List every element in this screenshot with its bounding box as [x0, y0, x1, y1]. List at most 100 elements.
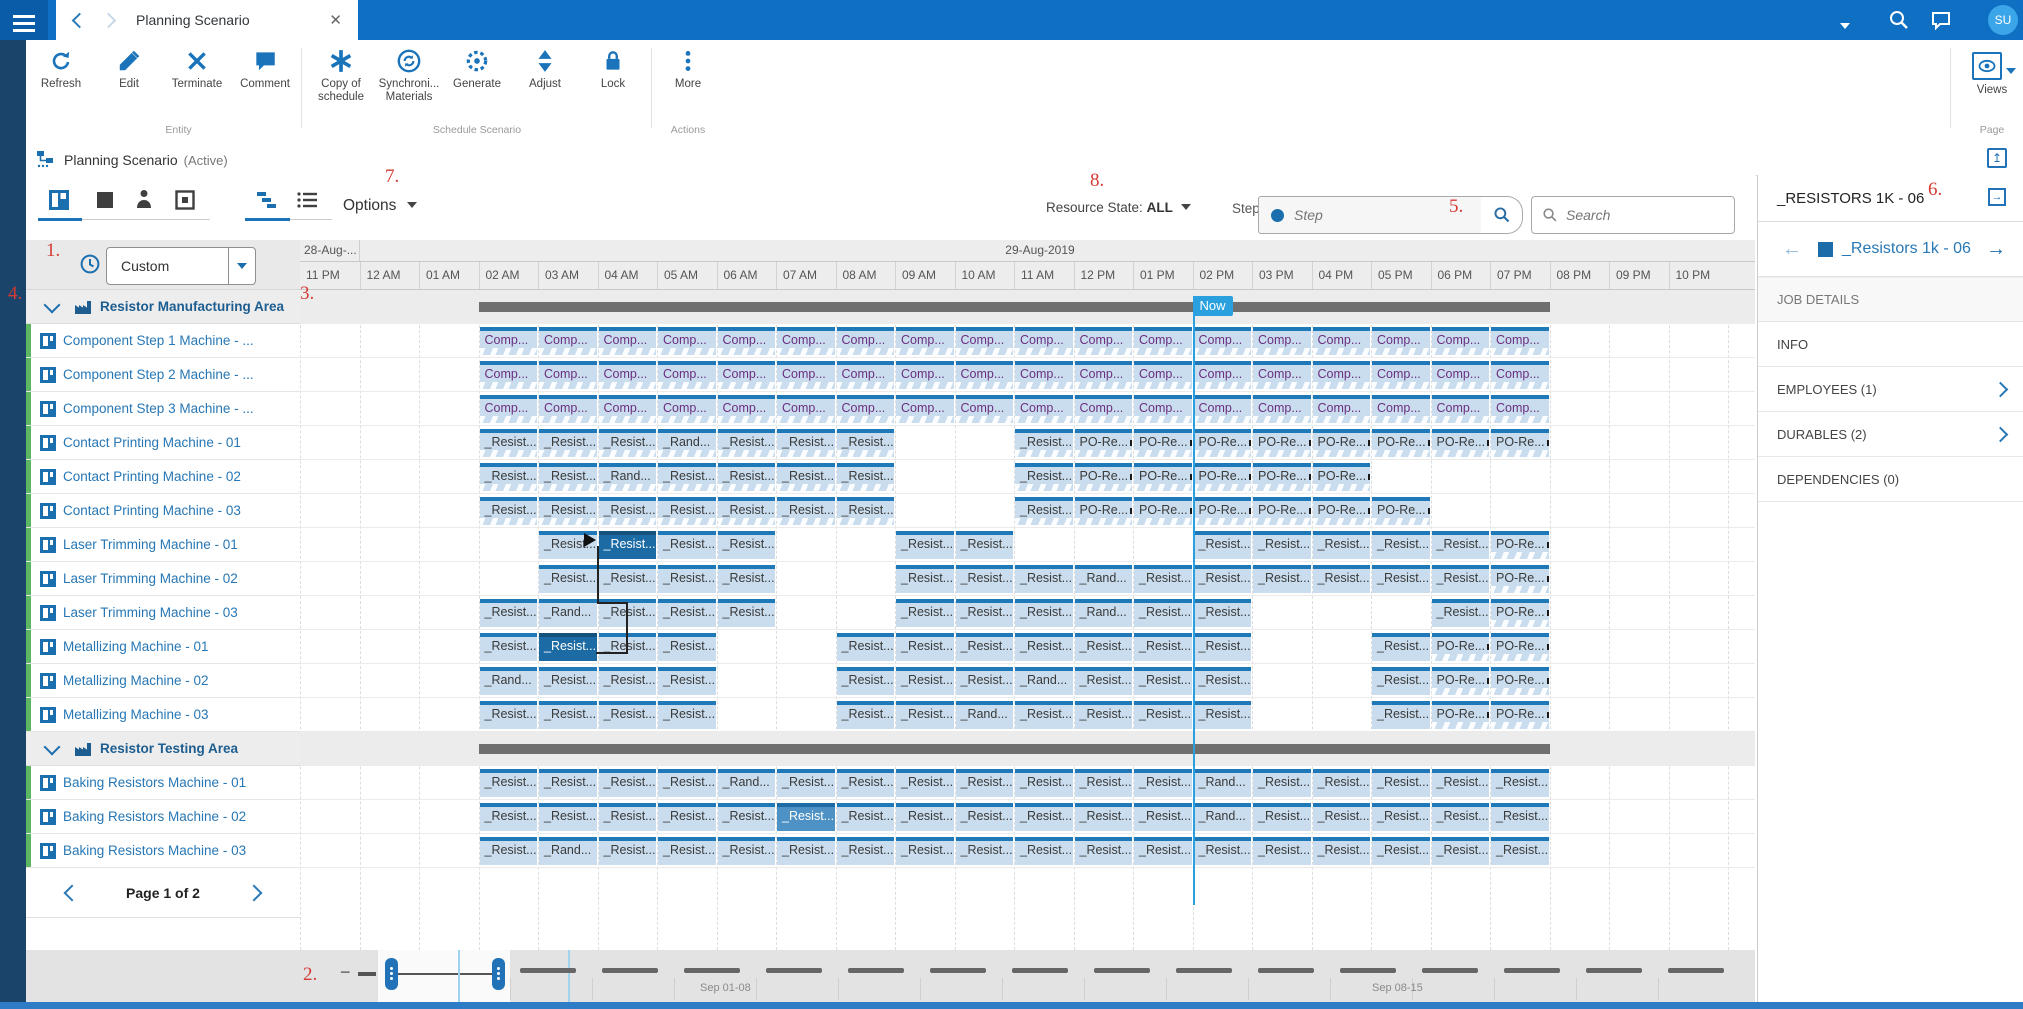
gantt-bar[interactable]: _Resist...	[658, 497, 716, 525]
gantt-bar[interactable]: Comp...	[658, 361, 716, 389]
gantt-bar[interactable]: Comp...	[777, 395, 835, 423]
resource-view-icon[interactable]	[48, 189, 70, 214]
views-label[interactable]: Views	[1964, 84, 2020, 96]
gantt-bar[interactable]: _Resist...	[718, 803, 776, 831]
gantt-bar[interactable]: _Resist...	[1015, 429, 1073, 457]
gantt-bar[interactable]: PO-Re...	[1491, 599, 1549, 627]
gantt-view-icon[interactable]	[256, 191, 278, 212]
gantt-bar[interactable]: Comp...	[1075, 361, 1133, 389]
tree-item-row[interactable]: Component Step 2 Machine - ...	[26, 358, 300, 392]
machine-label[interactable]: Contact Printing Machine - 01	[63, 435, 241, 450]
gantt-bar[interactable]: _Resist...	[777, 429, 835, 457]
gantt-bar[interactable]: _Resist...	[658, 769, 716, 797]
terminate-button[interactable]: Terminate	[163, 48, 231, 91]
gantt-bar[interactable]: _Resist...	[837, 837, 895, 865]
gantt-bar[interactable]: _Resist...	[1432, 599, 1490, 627]
gantt-bar[interactable]: _Resist...	[777, 769, 835, 797]
tree-item-row[interactable]: Baking Resistors Machine - 01	[26, 766, 300, 800]
gantt-bar[interactable]: _Rand...	[1075, 565, 1133, 593]
gantt-bar[interactable]: Comp...	[1194, 395, 1252, 423]
gantt-bar[interactable]: _Resist...	[1313, 837, 1371, 865]
gantt-bar[interactable]: Comp...	[956, 361, 1014, 389]
gantt-bar[interactable]: _Resist...	[1194, 701, 1252, 729]
gantt-bar[interactable]: PO-Re...	[1194, 429, 1252, 457]
gantt-bar[interactable]: _Resist...	[1432, 803, 1490, 831]
synchronize-materials-button[interactable]: Synchroni... Materials	[375, 48, 443, 104]
gantt-bar[interactable]: _Resist...	[956, 667, 1014, 695]
gantt-bar[interactable]: _Resist...	[539, 633, 597, 661]
tree-item-row[interactable]: Baking Resistors Machine - 02	[26, 800, 300, 834]
tree-item-row[interactable]: Laser Trimming Machine - 03	[26, 596, 300, 630]
generate-button[interactable]: Generate	[443, 48, 511, 91]
gantt-bar[interactable]: _Resist...	[1134, 667, 1192, 695]
gantt-bar[interactable]: _Resist...	[599, 667, 657, 695]
gantt-bar[interactable]: Comp...	[777, 327, 835, 355]
gantt-bar[interactable]: _Resist...	[777, 463, 835, 491]
gantt-bar[interactable]: Comp...	[837, 361, 895, 389]
gantt-bar[interactable]: _Resist...	[1313, 803, 1371, 831]
tree-item-row[interactable]: Baking Resistors Machine - 03	[26, 834, 300, 868]
search-icon[interactable]	[1888, 9, 1910, 34]
gantt-bar[interactable]: _Resist...	[1372, 837, 1430, 865]
period-caret-box[interactable]	[228, 248, 255, 284]
gantt-bar[interactable]: _Resist...	[1134, 599, 1192, 627]
gantt-bar[interactable]: Comp...	[1194, 327, 1252, 355]
gantt-bar[interactable]: _Resist...	[1015, 837, 1073, 865]
gantt-bar[interactable]: _Resist...	[539, 803, 597, 831]
gantt-bar[interactable]: _Resist...	[1134, 837, 1192, 865]
gantt-bar[interactable]: PO-Re...	[1432, 667, 1490, 695]
gantt-bar[interactable]: Comp...	[1253, 361, 1311, 389]
next-job-icon[interactable]: →	[1986, 238, 2006, 261]
gantt-bar[interactable]: _Resist...	[1015, 633, 1073, 661]
gantt-bar[interactable]: _Resist...	[539, 701, 597, 729]
gantt-bar[interactable]: Comp...	[1432, 361, 1490, 389]
gantt-bar[interactable]: _Resist...	[658, 565, 716, 593]
gantt-bar[interactable]: _Resist...	[1313, 531, 1371, 559]
gantt-bar[interactable]: _Resist...	[539, 667, 597, 695]
section-durables[interactable]: DURABLES (2)	[1758, 412, 2023, 457]
gantt-bar[interactable]: Comp...	[896, 327, 954, 355]
gantt-bar[interactable]: _Rand...	[718, 769, 776, 797]
tree-item-row[interactable]: Metallizing Machine - 02	[26, 664, 300, 698]
gantt-bar[interactable]: _Resist...	[837, 667, 895, 695]
gantt-bar[interactable]: _Resist...	[1253, 531, 1311, 559]
gantt-bar[interactable]: PO-Re...	[1194, 463, 1252, 491]
lock-button[interactable]: Lock	[579, 48, 647, 91]
gantt-bar[interactable]: PO-Re...	[1253, 429, 1311, 457]
copy-of-schedule-button[interactable]: Copy of schedule	[307, 48, 375, 104]
gantt-bar[interactable]: _Resist...	[480, 429, 538, 457]
gantt-bar[interactable]: Comp...	[658, 327, 716, 355]
gantt-bar[interactable]: _Rand...	[956, 701, 1014, 729]
gantt-bar[interactable]: _Resist...	[1134, 701, 1192, 729]
gantt-bar[interactable]: _Resist...	[896, 565, 954, 593]
prev-job-icon[interactable]: ←	[1782, 238, 1802, 261]
gantt-bar[interactable]: Comp...	[837, 395, 895, 423]
gantt-bar[interactable]: Comp...	[837, 327, 895, 355]
panel-expand-icon[interactable]: ↥	[1987, 148, 2007, 168]
gantt-bar[interactable]: Comp...	[1134, 361, 1192, 389]
gantt-bar[interactable]: _Resist...	[539, 429, 597, 457]
gantt-bar[interactable]: Comp...	[1134, 395, 1192, 423]
gantt-bar[interactable]: Comp...	[1372, 361, 1430, 389]
gantt-bar[interactable]: _Resist...	[1015, 599, 1073, 627]
gantt-bar[interactable]: PO-Re...	[1313, 497, 1371, 525]
gantt-bar[interactable]: _Resist...	[480, 497, 538, 525]
gantt-bar[interactable]: _Rand...	[1194, 769, 1252, 797]
gantt-bar[interactable]: Comp...	[1253, 395, 1311, 423]
gantt-bar[interactable]: _Resist...	[1372, 667, 1430, 695]
views-dropdown-icon[interactable]	[2006, 62, 2016, 77]
edit-button[interactable]: Edit	[95, 48, 163, 91]
tree-item-row[interactable]: Contact Printing Machine - 01	[26, 426, 300, 460]
gantt-bar[interactable]: _Resist...	[956, 633, 1014, 661]
machine-label[interactable]: Component Step 1 Machine - ...	[63, 333, 254, 348]
section-employees[interactable]: EMPLOYEES (1)	[1758, 367, 2023, 412]
comment-button[interactable]: Comment	[231, 48, 299, 91]
gantt-bar[interactable]: _Resist...	[956, 531, 1014, 559]
section-info[interactable]: INFO	[1758, 322, 2023, 367]
gantt-bar[interactable]: _Resist...	[599, 803, 657, 831]
gantt-bar[interactable]: _Resist...	[539, 565, 597, 593]
gantt-bar[interactable]: _Resist...	[1253, 565, 1311, 593]
gantt-bar[interactable]: _Resist...	[1015, 803, 1073, 831]
gantt-bar[interactable]: _Resist...	[1015, 769, 1073, 797]
shell-dropdown-icon[interactable]	[1840, 17, 1850, 32]
